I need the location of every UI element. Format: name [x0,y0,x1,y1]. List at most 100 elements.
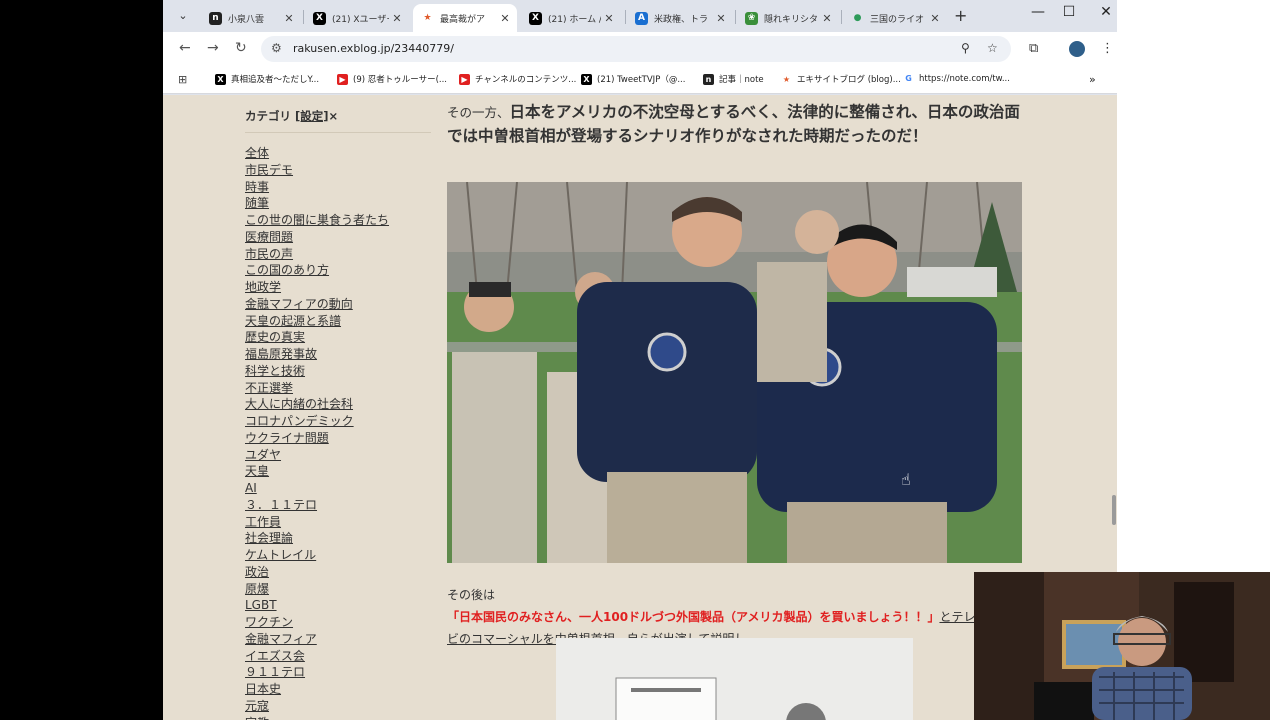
screen: ⌄ n 小泉八雲 ✕ X (21) Xユーザー ✕ ★ 最高裁がア ✕ X (2… [0,0,1280,720]
maximize-icon[interactable]: ☐ [1054,4,1084,20]
forward-icon[interactable]: → [207,40,219,56]
extensions-icon[interactable]: ⧉ [1029,41,1038,56]
para-prefix: その後は [447,588,496,602]
minimize-icon[interactable]: — [1023,4,1053,20]
category-link[interactable]: LGBT [245,597,389,614]
tab-5[interactable]: ❀ 隠れキリシタ ✕ [737,4,839,32]
tab-search-icon[interactable]: ⌄ [173,6,193,26]
category-link[interactable]: 不正選挙 [245,380,389,397]
category-link[interactable]: 地政学 [245,279,389,296]
bookmark-label: (21) TweetTVJP（@... [597,75,686,85]
tab-3[interactable]: X (21) ホーム / ✕ [521,4,621,32]
address-bar[interactable]: ⚙ rakusen.exblog.jp/23440779/ ⚲ ☆ [261,36,1011,62]
bookmark-1[interactable]: ▶ (9) 忍者トゥルーサー(... [337,73,447,85]
reload-icon[interactable]: ↻ [235,40,247,56]
bookmark-3[interactable]: X (21) TweetTVJP（@... [581,73,685,85]
category-link[interactable]: 福島原発事故 [245,346,389,363]
category-link[interactable]: 元寇 [245,698,389,715]
tab-label: 最高裁がア [440,14,486,25]
category-heading: カテゴリ [設定]× [245,108,338,124]
category-link[interactable]: 日本史 [245,681,389,698]
bookmark-label: エキサイトブログ (blog)... [797,75,901,85]
category-link[interactable]: 時事 [245,179,389,196]
close-tab-icon[interactable]: ✕ [497,12,513,25]
category-link[interactable]: 政治 [245,564,389,581]
tab-1[interactable]: X (21) Xユーザー ✕ [305,4,409,32]
apps-grid-icon[interactable]: ⊞ [178,73,187,86]
category-link[interactable]: 市民デモ [245,162,389,179]
category-link[interactable]: 市民の声 [245,246,389,263]
menu-icon[interactable]: ⋮ [1101,41,1114,56]
more-bookmarks-icon[interactable]: » [1089,73,1096,86]
category-link[interactable]: 歴史の真実 [245,329,389,346]
category-settings-link[interactable]: [設定] [295,109,329,123]
profile-avatar[interactable] [1069,41,1085,57]
bookmark-4[interactable]: n 記事｜note [703,73,764,85]
webcam-overlay [974,572,1270,720]
bookmark-0[interactable]: X 真相追及者〜ただしY... [215,73,319,85]
category-link[interactable]: ９１１テロ [245,664,389,681]
category-link[interactable]: ウクライナ問題 [245,430,389,447]
youtube-icon: ▶ [337,73,348,85]
zoom-icon[interactable]: ⚲ [961,41,970,55]
category-link[interactable]: この国のあり方 [245,262,389,279]
x-icon: X [215,73,226,85]
desktop-left-margin [0,0,163,720]
close-tab-icon[interactable]: ✕ [713,12,729,25]
category-link[interactable]: ユダヤ [245,447,389,464]
close-tab-icon[interactable]: ✕ [927,12,943,25]
category-link[interactable]: 宗教 [245,715,389,720]
category-link[interactable]: 医療問題 [245,229,389,246]
tab-0[interactable]: n 小泉八雲 ✕ [201,4,301,32]
category-link[interactable]: 金融マフィア [245,631,389,648]
category-link[interactable]: 科学と技術 [245,363,389,380]
close-tab-icon[interactable]: ✕ [389,12,405,25]
category-link[interactable]: 原爆 [245,581,389,598]
para-red-quote: 「日本国民のみなさん、一人100ドルづつ外国製品（アメリカ製品）を買いましょう！… [447,610,940,624]
category-link[interactable]: 天皇 [245,463,389,480]
category-list: 全体 市民デモ 時事 随筆 この世の闇に巣食う者たち 医療問題 市民の声 この国のあり方 地政学… [245,145,389,720]
tab-label: (21) ホーム / [548,14,601,25]
category-link[interactable]: コロナパンデミック [245,413,389,430]
tab-2-active[interactable]: ★ 最高裁がア ✕ [413,4,517,32]
scrollbar-thumb[interactable] [1112,495,1116,525]
bookmark-star-icon[interactable]: ☆ [987,41,998,55]
category-link[interactable]: 天皇の起源と系譜 [245,313,389,330]
category-link[interactable]: 社会理論 [245,530,389,547]
category-link[interactable]: ３．１１テロ [245,497,389,514]
category-link[interactable]: 金融マフィアの動向 [245,296,389,313]
webcam-presenter [974,572,1270,720]
category-link[interactable]: イエズス会 [245,648,389,665]
article-favicon-icon: A [635,11,648,25]
tab-6[interactable]: ● 三国のライオ ✕ [843,4,947,32]
category-link[interactable]: AI [245,480,389,497]
site-info-icon[interactable]: ⚙ [271,41,282,55]
category-link[interactable]: 随筆 [245,195,389,212]
close-tab-icon[interactable]: ✕ [281,12,297,25]
maps-pin-favicon-icon: ● [853,12,862,23]
tab-4[interactable]: A 米政権、トラ ✕ [627,4,733,32]
x-icon: X [581,73,592,85]
category-link[interactable]: この世の闇に巣食う者たち [245,212,389,229]
category-close-icon[interactable]: × [329,109,339,123]
category-link[interactable]: 大人に内緒の社会科 [245,396,389,413]
close-tab-icon[interactable]: ✕ [819,12,835,25]
close-window-icon[interactable]: ✕ [1091,4,1117,20]
article-photo-2 [556,638,913,720]
bookmark-2[interactable]: ▶ チャンネルのコンテンツ... [459,73,576,85]
photo-bw-placeholder [556,638,913,720]
excite-icon: ★ [782,74,791,84]
new-tab-icon[interactable]: + [954,6,967,25]
close-tab-icon[interactable]: ✕ [601,12,617,25]
category-link[interactable]: ケムトレイル [245,547,389,564]
bookmark-5[interactable]: ★ エキサイトブログ (blog)... [781,73,901,86]
category-link[interactable]: 全体 [245,145,389,162]
category-link[interactable]: 工作員 [245,514,389,531]
back-icon[interactable]: ← [179,40,191,56]
google-icon: G [905,74,912,83]
category-link[interactable]: ワクチン [245,614,389,631]
bookmark-6[interactable]: G https://note.com/tw... [903,73,1010,84]
article-heading: その一方、日本をアメリカの不沈空母とするべく、法律的に整備され、日本の政治面では… [447,101,1027,147]
bookmark-label: 真相追及者〜ただしY... [231,75,320,85]
tab-label: 隠れキリシタ [764,14,819,25]
